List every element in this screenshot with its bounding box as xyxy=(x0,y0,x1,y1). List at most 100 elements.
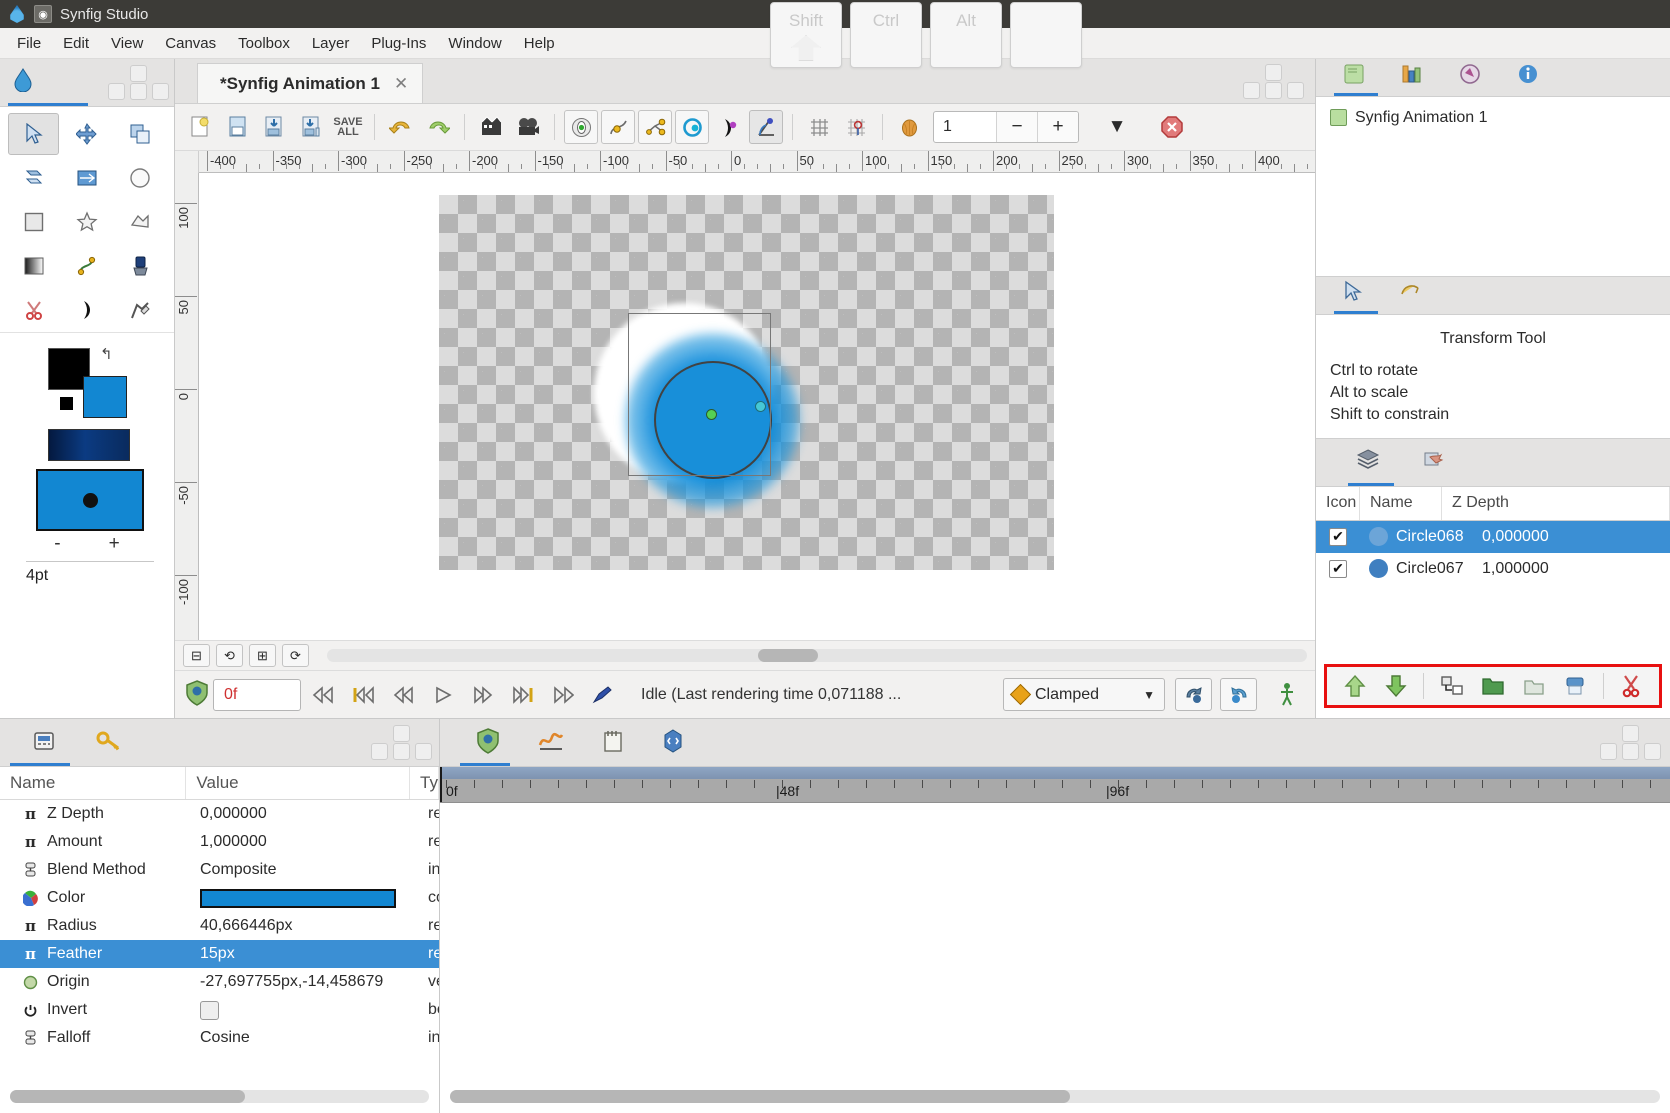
save-button[interactable] xyxy=(257,110,291,144)
menu-view[interactable]: View xyxy=(100,31,154,56)
show-radius-handles-button[interactable] xyxy=(675,110,709,144)
reset-zoom-button[interactable]: ⟲ xyxy=(216,644,243,667)
param-value-cell[interactable]: 0,000000 xyxy=(190,805,418,823)
prev-keyframe-button[interactable] xyxy=(345,679,381,711)
brush-size-decrease[interactable]: - xyxy=(54,533,60,555)
show-grid-button[interactable]: ⊞ xyxy=(249,644,276,667)
tool-circle[interactable] xyxy=(115,157,166,199)
play-button[interactable] xyxy=(425,679,461,711)
lower-layer-button[interactable] xyxy=(1376,669,1415,703)
fit-canvas-button[interactable]: ⊟ xyxy=(183,644,210,667)
tab-curves[interactable] xyxy=(538,729,564,757)
tab-parameters[interactable] xyxy=(32,729,56,757)
tab-layers[interactable] xyxy=(1356,447,1380,477)
brush-size-increase[interactable]: + xyxy=(109,533,120,555)
param-value-cell[interactable] xyxy=(190,889,418,908)
panel-dock-buttons[interactable] xyxy=(1600,725,1662,761)
menu-layer[interactable]: Layer xyxy=(301,31,361,56)
vertical-ruler[interactable]: 100500-50-100 xyxy=(175,173,199,640)
canvas-horizontal-scrollbar[interactable] xyxy=(327,649,1307,662)
table-row[interactable]: Origin-27,697755px,-14,458679ve xyxy=(0,968,439,996)
refresh-button[interactable]: ⟳ xyxy=(282,644,309,667)
param-value-cell[interactable] xyxy=(190,1001,418,1020)
next-frame-button[interactable] xyxy=(465,679,501,711)
tool-cutout[interactable] xyxy=(8,289,59,331)
show-angle-handles-button[interactable] xyxy=(749,110,783,144)
invert-checkbox[interactable] xyxy=(200,1001,219,1020)
timetrack-body[interactable] xyxy=(440,803,1670,1090)
table-row[interactable]: πAmount1,000000re xyxy=(0,828,439,856)
layer-visibility-checkbox[interactable]: ✔ xyxy=(1316,560,1360,578)
tool-fill[interactable] xyxy=(115,245,166,287)
canvas-browser-item[interactable]: Synfig Animation 1 xyxy=(1330,109,1670,127)
toolbar-overflow-button[interactable]: ▼ xyxy=(1100,110,1134,144)
close-icon[interactable]: ✕ xyxy=(394,74,408,94)
show-tangent-handles-button[interactable] xyxy=(638,110,672,144)
color-value-chip[interactable] xyxy=(200,889,396,908)
ungroup-layer-button[interactable] xyxy=(1515,669,1554,703)
table-row[interactable]: Colorco xyxy=(0,884,439,912)
zoom-field[interactable]: 1 − + xyxy=(933,111,1079,143)
fill-color-swatch[interactable] xyxy=(83,376,127,418)
tab-library-panel[interactable] xyxy=(662,729,684,757)
tab-tool-options[interactable] xyxy=(1342,280,1364,310)
tool-smooth-move[interactable] xyxy=(61,113,112,155)
menu-help[interactable]: Help xyxy=(513,31,566,56)
tab-library[interactable] xyxy=(1400,62,1424,92)
next-keyframe-button[interactable] xyxy=(505,679,541,711)
param-value-cell[interactable]: -27,697755px,-14,458679 xyxy=(190,973,418,991)
toggle-grid-button[interactable] xyxy=(802,110,836,144)
table-row[interactable]: Blend MethodCompositeint xyxy=(0,856,439,884)
zoom-value[interactable]: 1 xyxy=(934,112,996,142)
tool-scale[interactable] xyxy=(115,113,166,155)
selection-bounding-box[interactable] xyxy=(628,313,771,476)
menu-plugins[interactable]: Plug-Ins xyxy=(360,31,437,56)
default-colors-icon[interactable] xyxy=(60,397,73,410)
param-value-cell[interactable]: 40,666446px xyxy=(190,917,418,935)
menu-canvas[interactable]: Canvas xyxy=(154,31,227,56)
lock-future-keyframe-button[interactable] xyxy=(1220,678,1257,711)
animate-mode-button[interactable] xyxy=(1269,679,1305,711)
param-value-cell[interactable]: Cosine xyxy=(190,1029,418,1047)
zoom-in-button[interactable]: + xyxy=(1037,112,1078,142)
raise-layer-button[interactable] xyxy=(1335,669,1374,703)
keyframe-lock-icon[interactable] xyxy=(185,680,209,710)
duplicate-layer-button[interactable] xyxy=(1432,669,1471,703)
tool-spline[interactable] xyxy=(61,245,112,287)
menu-window[interactable]: Window xyxy=(437,31,512,56)
open-document-button[interactable] xyxy=(220,110,254,144)
bone-mode-button[interactable] xyxy=(585,679,621,711)
tab-info[interactable] xyxy=(1516,62,1540,92)
table-row[interactable]: πZ Depth0,000000re xyxy=(0,800,439,828)
parameters-horizontal-scrollbar[interactable] xyxy=(10,1090,429,1103)
table-row[interactable]: πFeather15pxre xyxy=(0,940,439,968)
redo-button[interactable] xyxy=(421,110,455,144)
menu-file[interactable]: File xyxy=(6,31,52,56)
tab-canvas-browser[interactable] xyxy=(1342,62,1366,92)
time-cursor[interactable] xyxy=(440,767,442,802)
chevron-down-icon[interactable]: ▼ xyxy=(1143,688,1155,702)
canvas-tab[interactable]: *Synfig Animation 1 ✕ xyxy=(197,63,423,103)
new-document-button[interactable] xyxy=(183,110,217,144)
tool-mirror[interactable] xyxy=(61,157,112,199)
gradient-swatch[interactable] xyxy=(48,429,130,461)
origin-handle[interactable] xyxy=(706,409,717,420)
tool-star[interactable] xyxy=(61,201,112,243)
seek-end-button[interactable] xyxy=(545,679,581,711)
panel-dock-buttons[interactable] xyxy=(108,65,168,101)
brush-preview-swatch[interactable] xyxy=(36,469,144,531)
table-row[interactable]: ✔ Circle067 1,000000 xyxy=(1316,553,1670,585)
show-vertex-handles-button[interactable] xyxy=(601,110,635,144)
render-button[interactable] xyxy=(511,110,545,144)
tab-history[interactable] xyxy=(1458,62,1482,92)
tool-rectangle[interactable] xyxy=(8,201,59,243)
save-all-button[interactable]: SAVE ALL xyxy=(331,110,365,144)
show-position-handles-button[interactable] xyxy=(564,110,598,144)
tool-gradient[interactable] xyxy=(8,245,59,287)
param-value-cell[interactable]: 1,000000 xyxy=(190,833,418,851)
radius-handle[interactable] xyxy=(755,401,766,412)
onion-skin-button[interactable] xyxy=(892,110,926,144)
preview-button[interactable] xyxy=(474,110,508,144)
tab-navigator[interactable] xyxy=(1398,280,1422,310)
tab-sets[interactable] xyxy=(1422,447,1446,477)
